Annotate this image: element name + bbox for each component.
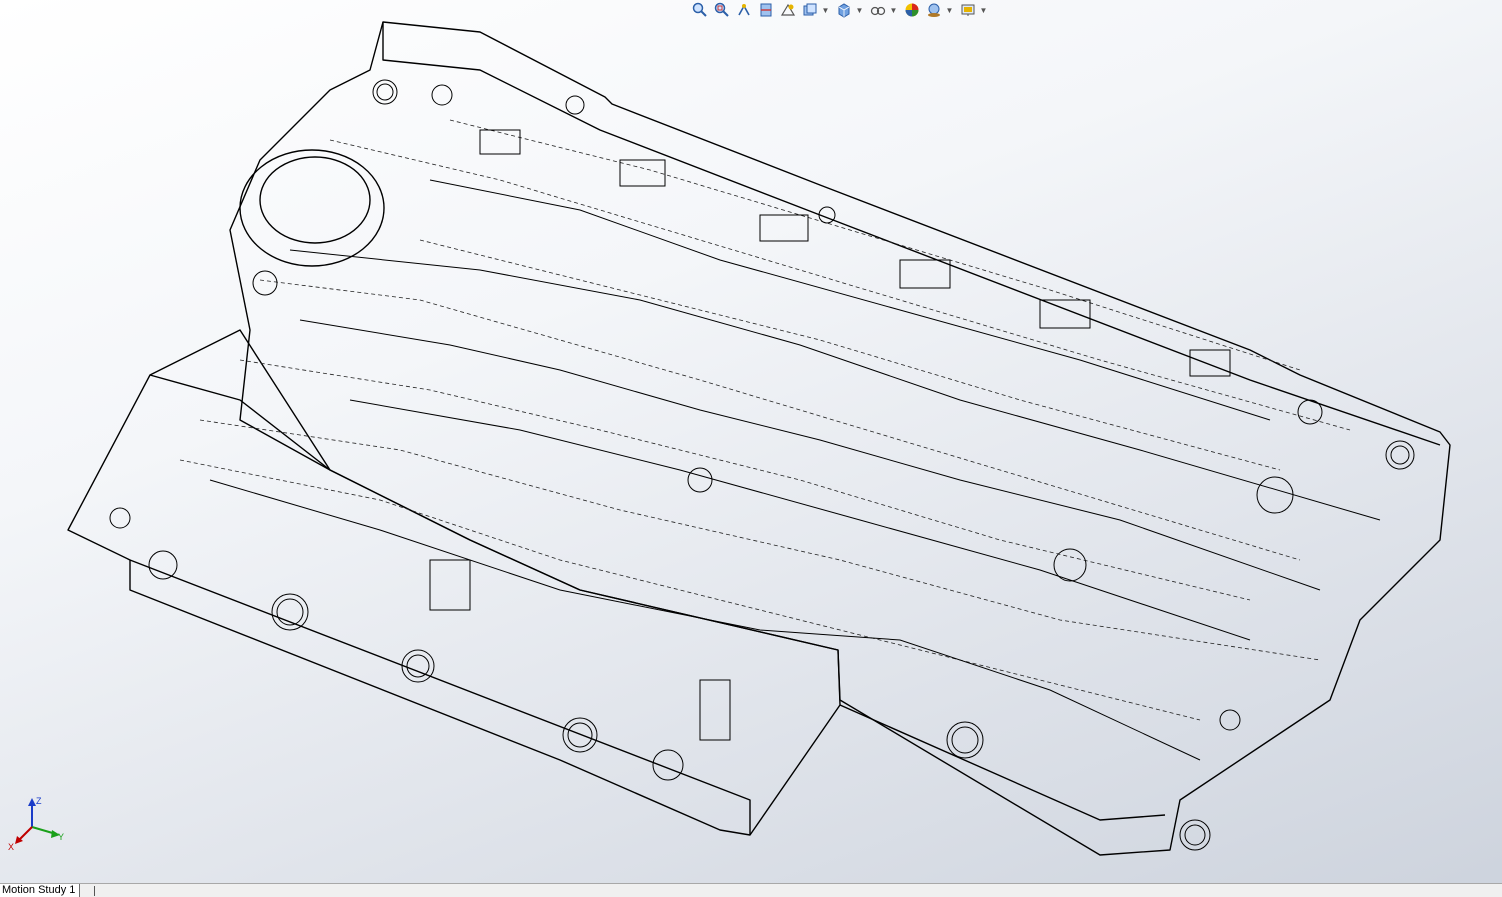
apply-scene-dropdown[interactable]: ▼ [946, 1, 954, 20]
dynamic-annotation-icon[interactable] [778, 1, 798, 20]
triad-x-label: X [8, 842, 14, 852]
hide-show-items-icon[interactable] [868, 1, 888, 20]
view-settings-dropdown[interactable]: ▼ [980, 1, 988, 20]
display-style-icon[interactable] [834, 1, 854, 20]
hide-show-items-dropdown[interactable]: ▼ [890, 1, 898, 20]
valve-body-model[interactable] [0, 0, 1502, 883]
display-style-dropdown[interactable]: ▼ [856, 1, 864, 20]
view-orientation-icon[interactable] [800, 1, 820, 20]
heads-up-view-toolbar: ▼ ▼ ▼ ▼ ▼ [690, 0, 990, 20]
previous-view-icon[interactable] [734, 1, 754, 20]
triad-z-label: Z [36, 796, 42, 806]
zoom-to-fit-icon[interactable] [690, 1, 710, 20]
view-settings-icon[interactable] [958, 1, 978, 20]
model-outline-upper [229, 21, 1451, 856]
section-view-icon[interactable] [756, 1, 776, 20]
bottom-tab-bar: Motion Study 1 [0, 883, 1502, 897]
graphics-area[interactable]: ▼ ▼ ▼ ▼ ▼ Z Y X [0, 0, 1502, 883]
zoom-to-area-icon[interactable] [712, 1, 732, 20]
model-boss [239, 149, 385, 267]
triad-y-label: Y [58, 832, 64, 842]
model-outline-lower [67, 329, 841, 836]
apply-scene-icon[interactable] [924, 1, 944, 20]
view-orientation-dropdown[interactable]: ▼ [822, 1, 830, 20]
tab-motion-study-1[interactable]: Motion Study 1 [0, 884, 81, 897]
tab-separator [94, 886, 95, 896]
reference-triad: Z Y X [8, 796, 64, 852]
edit-appearance-icon[interactable] [902, 1, 922, 20]
